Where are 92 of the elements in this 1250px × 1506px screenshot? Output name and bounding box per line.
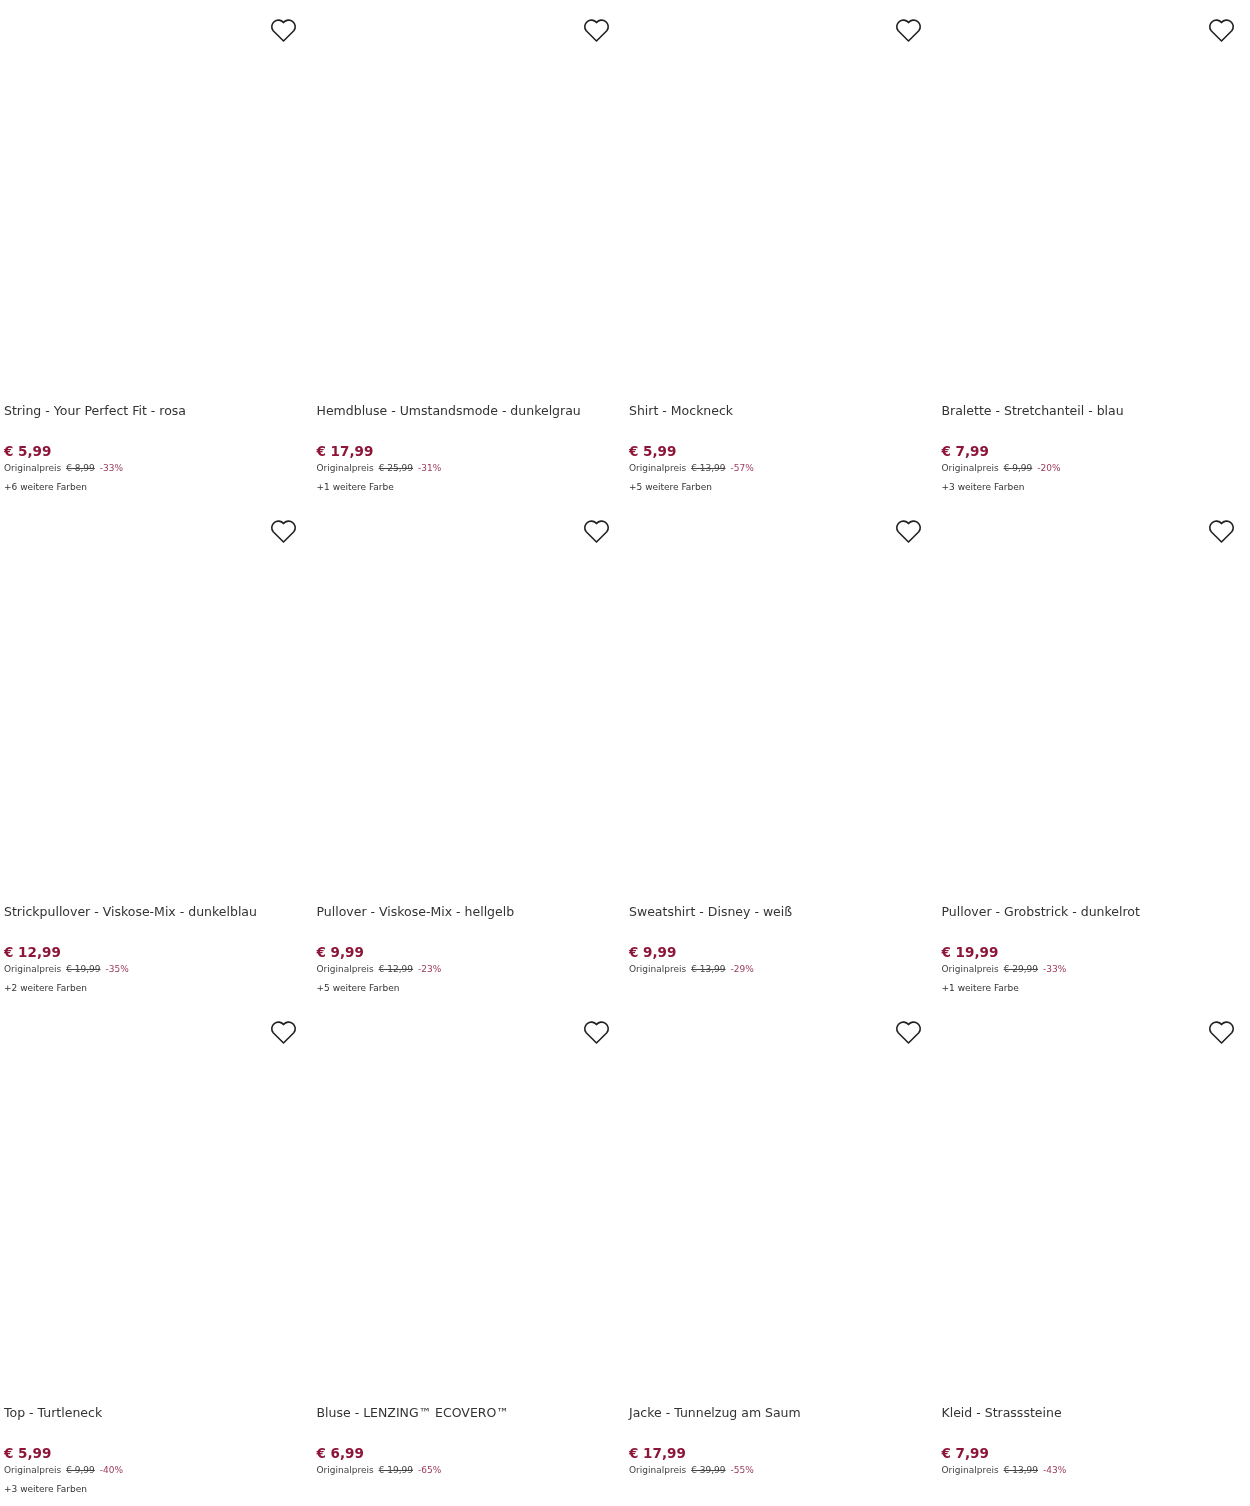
discount-percent: -57% — [730, 462, 754, 475]
discount-percent: -33% — [99, 462, 124, 475]
original-price: € 13,99 — [691, 963, 726, 976]
original-price: € 29,99 — [1003, 963, 1039, 976]
original-price: € 9,99 — [1003, 462, 1033, 475]
original-price: € 19,99 — [378, 1464, 414, 1477]
discount-percent: -29% — [730, 963, 754, 976]
wishlist-heart-button[interactable] — [1207, 18, 1235, 44]
heart-icon — [895, 19, 922, 43]
heart-icon — [1207, 1021, 1235, 1045]
wishlist-heart-button[interactable] — [582, 519, 610, 545]
product-title[interactable]: Pullover - Viskose-Mix - hellgelb — [316, 903, 617, 943]
wishlist-heart-button[interactable] — [1207, 519, 1235, 545]
original-price-label: Originalpreis — [941, 963, 999, 976]
product-price: € 5,99 — [4, 442, 53, 460]
discount-percent: -20% — [1037, 462, 1061, 475]
product-title[interactable]: Hemdbluse - Umstandsmode - dunkelgrau — [316, 402, 617, 442]
original-price: € 12,99 — [378, 963, 414, 976]
heart-icon — [582, 520, 610, 544]
wishlist-heart-button[interactable] — [894, 18, 923, 44]
product-price: € 17,99 — [629, 1444, 687, 1462]
product-price: € 19,99 — [941, 943, 1000, 961]
original-price: € 19,99 — [66, 963, 101, 976]
product-price: € 7,99 — [941, 1444, 990, 1462]
discount-percent: -43% — [1043, 1464, 1067, 1477]
discount-percent: -35% — [105, 963, 129, 976]
more-colors-note: +3 weitere Farben — [4, 1483, 88, 1496]
product-title[interactable]: Top - Turtleneck — [4, 1404, 305, 1444]
original-price-label: Originalpreis — [941, 1464, 999, 1477]
more-colors-note: +3 weitere Farben — [941, 481, 1026, 494]
product-title[interactable]: Pullover - Grobstrick - dunkelrot — [941, 903, 1242, 943]
heart-icon — [582, 19, 610, 43]
product-price: € 5,99 — [629, 442, 678, 460]
wishlist-heart-button[interactable] — [582, 18, 610, 44]
product-title[interactable]: Shirt - Mockneck — [629, 402, 930, 442]
discount-percent: -31% — [418, 462, 442, 475]
product-title[interactable]: Sweatshirt - Disney - weiß — [629, 903, 930, 943]
product-title[interactable]: Bralette - Stretchanteil - blau — [941, 402, 1242, 442]
original-price: € 9,99 — [66, 1464, 95, 1477]
discount-percent: -33% — [1043, 963, 1067, 976]
discount-percent: -55% — [730, 1464, 754, 1477]
product-price: € 12,99 — [4, 943, 62, 961]
product-title[interactable]: Bluse - LENZING™ ECOVERO™ — [316, 1404, 617, 1444]
original-price-label: Originalpreis — [316, 1464, 374, 1477]
original-price: € 25,99 — [378, 462, 414, 475]
product-price: € 17,99 — [316, 442, 375, 460]
original-price: € 8,99 — [66, 462, 95, 475]
product-price: € 7,99 — [941, 442, 990, 460]
product-title[interactable]: Strickpullover - Viskose-Mix - dunkelblau — [4, 903, 305, 943]
wishlist-heart-button[interactable] — [269, 1020, 298, 1046]
product-price: € 5,99 — [4, 1444, 53, 1462]
wishlist-heart-button[interactable] — [894, 519, 923, 545]
original-price-label: Originalpreis — [4, 963, 62, 976]
original-price-label: Originalpreis — [316, 462, 374, 475]
product-price: € 9,99 — [629, 943, 678, 961]
product-price: € 6,99 — [316, 1444, 365, 1462]
heart-icon — [895, 1021, 922, 1045]
heart-icon — [270, 19, 297, 43]
more-colors-note: +1 weitere Farbe — [941, 982, 1020, 995]
more-colors-note: +2 weitere Farben — [4, 982, 88, 995]
wishlist-heart-button[interactable] — [894, 1020, 923, 1046]
more-colors-note: +6 weitere Farben — [4, 481, 88, 494]
discount-percent: -23% — [418, 963, 442, 976]
more-colors-note: +5 weitere Farben — [629, 481, 713, 494]
product-price: € 9,99 — [316, 943, 365, 961]
wishlist-heart-button[interactable] — [582, 1020, 610, 1046]
wishlist-heart-button[interactable] — [269, 519, 298, 545]
original-price-label: Originalpreis — [4, 462, 62, 475]
heart-icon — [1207, 19, 1235, 43]
wishlist-heart-button[interactable] — [269, 18, 298, 44]
more-colors-note: +1 weitere Farbe — [316, 481, 395, 494]
product-title[interactable]: Kleid - Strasssteine — [941, 1404, 1242, 1444]
original-price: € 13,99 — [691, 462, 726, 475]
wishlist-heart-button[interactable] — [1207, 1020, 1235, 1046]
heart-icon — [270, 520, 297, 544]
original-price: € 13,99 — [1003, 1464, 1039, 1477]
heart-icon — [582, 1021, 610, 1045]
heart-icon — [270, 1021, 297, 1045]
discount-percent: -65% — [418, 1464, 442, 1477]
product-title[interactable]: Jacke - Tunnelzug am Saum — [629, 1404, 930, 1444]
original-price-label: Originalpreis — [316, 963, 374, 976]
original-price: € 39,99 — [691, 1464, 726, 1477]
discount-percent: -40% — [99, 1464, 124, 1477]
original-price-label: Originalpreis — [941, 462, 999, 475]
more-colors-note: +5 weitere Farben — [316, 982, 401, 995]
heart-icon — [895, 520, 922, 544]
heart-icon — [1207, 520, 1235, 544]
original-price-label: Originalpreis — [4, 1464, 62, 1477]
original-price-label: Originalpreis — [629, 963, 687, 976]
product-title[interactable]: String - Your Perfect Fit - rosa — [4, 402, 305, 442]
original-price-label: Originalpreis — [629, 1464, 687, 1477]
original-price-label: Originalpreis — [629, 462, 687, 475]
